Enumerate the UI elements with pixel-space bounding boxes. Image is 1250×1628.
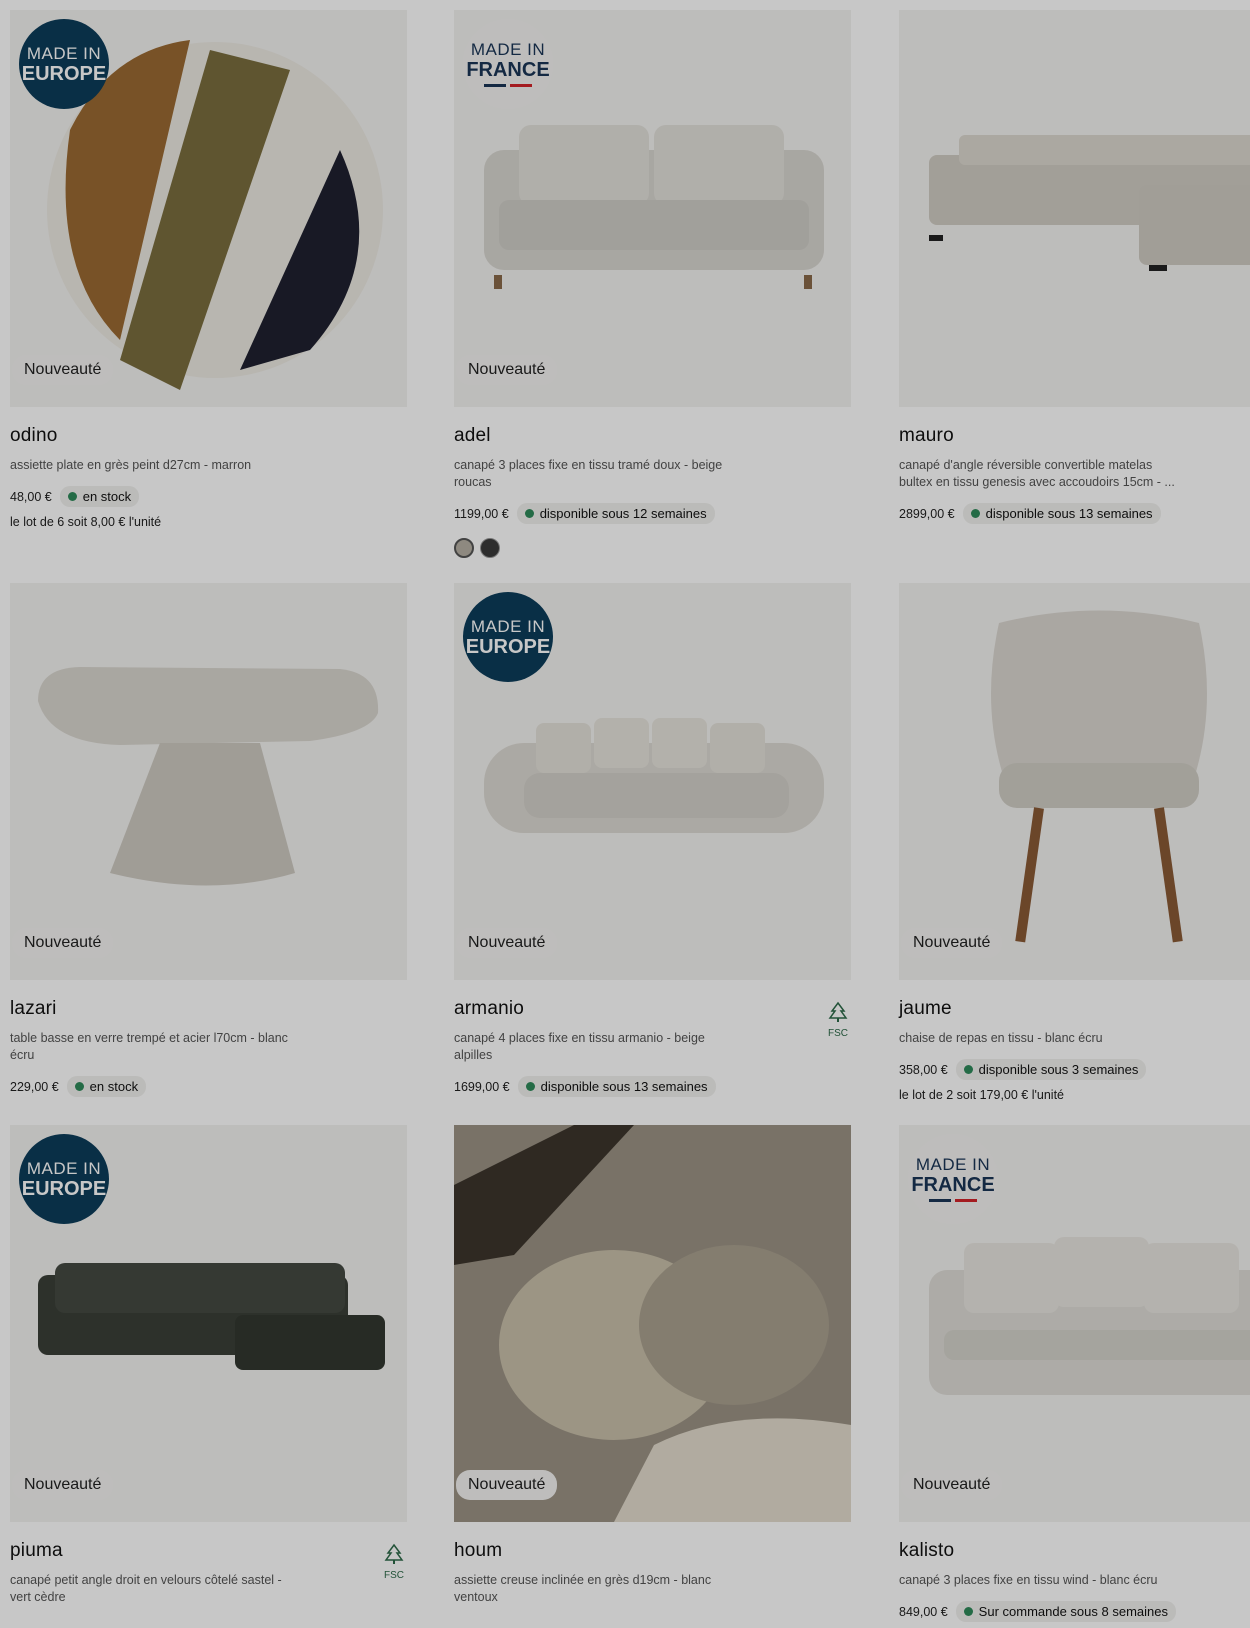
product-card[interactable]: Nouveauté jaume chaise de repas en tissu… <box>899 583 1250 1102</box>
coffee-table-illustration <box>38 667 379 886</box>
product-image[interactable] <box>899 10 1250 407</box>
status-dot-icon <box>524 509 534 518</box>
fsc-label: FSC <box>384 1570 404 1581</box>
made-in-europe-badge: MADE IN EUROPE <box>19 19 109 109</box>
product-image[interactable]: MADE IN EUROPE Nouveauté <box>10 1125 407 1522</box>
product-description: canapé 4 places fixe en tissu armanio - … <box>454 1031 705 1062</box>
new-badge: Nouveauté <box>12 1470 114 1500</box>
status-dot-icon <box>74 1082 84 1091</box>
product-card[interactable]: MADE IN EUROPE Nouveauté FSC piuma canap… <box>10 1125 407 1606</box>
product-image[interactable]: MADE IN FRANCE Nouveauté <box>454 10 851 407</box>
stock-status: en stock <box>66 1076 147 1097</box>
product-title[interactable]: piuma <box>10 1540 407 1562</box>
product-card[interactable]: MADE IN EUROPE Nouveauté odino assiette … <box>10 10 407 529</box>
lot-info: le lot de 2 soit 179,00 € l'unité <box>899 1088 1065 1102</box>
stock-status-label: disponible sous 13 semaines <box>540 1079 708 1094</box>
product-card[interactable]: MADE IN FRANCE Nouveauté adel canapé 3 p… <box>454 10 851 558</box>
product-card[interactable]: Nouveauté houm assiette creuse inclinée … <box>454 1125 851 1606</box>
stock-status: disponible sous 13 semaines <box>962 503 1161 524</box>
bowls-illustration <box>454 1125 851 1522</box>
product-price: 358,00 € <box>899 1062 948 1077</box>
corner-sofa-illustration <box>929 135 1250 271</box>
product-image[interactable]: Nouveauté <box>454 1125 851 1522</box>
product-image[interactable]: MADE IN FRANCE Nouveauté <box>899 1125 1250 1522</box>
product-image[interactable]: MADE IN EUROPE Nouveauté <box>10 10 407 407</box>
product-title[interactable]: odino <box>10 425 407 447</box>
product-card[interactable]: Nouveauté lazari table basse en verre tr… <box>10 583 407 1097</box>
made-in-europe-badge: MADE IN EUROPE <box>19 1134 109 1224</box>
product-price: 849,00 € <box>899 1604 948 1619</box>
new-badge: Nouveauté <box>901 1470 1003 1500</box>
new-badge: Nouveauté <box>456 355 558 385</box>
product-price: 1699,00 € <box>454 1079 510 1094</box>
product-title[interactable]: mauro <box>899 425 1250 447</box>
made-in-france-badge: MADE IN FRANCE <box>908 1134 998 1224</box>
stock-status-label: en stock <box>89 1079 139 1094</box>
product-title[interactable]: armanio <box>454 998 851 1020</box>
new-badge: Nouveauté <box>456 1470 558 1500</box>
product-description: canapé d'angle réversible convertible ma… <box>899 458 1175 489</box>
product-title[interactable]: kalisto <box>899 1540 1250 1562</box>
swatch-dark[interactable] <box>480 538 500 558</box>
product-image[interactable]: MADE IN EUROPE Nouveauté <box>454 583 851 980</box>
status-dot-icon <box>963 1065 973 1074</box>
stock-status-label: disponible sous 13 semaines <box>985 506 1153 521</box>
status-dot-icon <box>970 509 980 518</box>
fsc-tree-icon: FSC <box>383 1543 405 1581</box>
product-image[interactable]: Nouveauté <box>899 583 1250 980</box>
swatch-beige[interactable] <box>454 538 474 558</box>
status-dot-icon <box>67 492 77 501</box>
product-card[interactable]: MADE IN EUROPE Nouveauté FSC armanio can… <box>454 583 851 1097</box>
product-title[interactable]: jaume <box>899 998 1250 1020</box>
stock-status: Sur commande sous 8 semaines <box>955 1601 1176 1622</box>
fsc-tree-icon: FSC <box>827 1001 849 1039</box>
product-description: canapé 3 places fixe en tissu tramé doux… <box>454 458 723 489</box>
lot-info: le lot de 6 soit 8,00 € l'unité <box>10 515 162 529</box>
product-card[interactable]: mauro canapé d'angle réversible converti… <box>899 10 1250 524</box>
fsc-label: FSC <box>828 1028 848 1039</box>
product-description: table basse en verre trempé et acier l70… <box>10 1031 288 1062</box>
chair-illustration <box>991 610 1207 943</box>
product-description: canapé petit angle droit en velours côte… <box>10 1573 282 1604</box>
new-badge: Nouveauté <box>901 928 1003 958</box>
product-price: 229,00 € <box>10 1079 59 1094</box>
stock-status: en stock <box>59 486 140 507</box>
new-badge: Nouveauté <box>456 928 558 958</box>
product-description: assiette creuse inclinée en grès d19cm -… <box>454 1573 712 1604</box>
made-in-france-badge: MADE IN FRANCE <box>463 19 553 109</box>
product-description: canapé 3 places fixe en tissu wind - bla… <box>899 1573 1158 1587</box>
status-dot-icon <box>525 1082 535 1091</box>
new-badge: Nouveauté <box>12 355 114 385</box>
new-badge: Nouveauté <box>12 928 114 958</box>
product-title[interactable]: lazari <box>10 998 407 1020</box>
product-price: 2899,00 € <box>899 506 955 521</box>
product-description: chaise de repas en tissu - blanc écru <box>899 1031 1103 1045</box>
product-description: assiette plate en grès peint d27cm - mar… <box>10 458 252 472</box>
product-title[interactable]: adel <box>454 425 851 447</box>
stock-status: disponible sous 13 semaines <box>517 1076 716 1097</box>
product-card[interactable]: MADE IN FRANCE Nouveauté kalisto canapé … <box>899 1125 1250 1622</box>
stock-status-label: en stock <box>82 489 132 504</box>
status-dot-icon <box>963 1607 973 1616</box>
stock-status: disponible sous 12 semaines <box>516 503 715 524</box>
made-in-europe-badge: MADE IN EUROPE <box>463 592 553 682</box>
stock-status: disponible sous 3 semaines <box>955 1059 1147 1080</box>
product-title[interactable]: houm <box>454 1540 851 1562</box>
stock-status-label: disponible sous 12 semaines <box>539 506 707 521</box>
product-price: 1199,00 € <box>454 506 509 521</box>
color-swatches <box>454 538 851 558</box>
product-image[interactable]: Nouveauté <box>10 583 407 980</box>
stock-status-label: Sur commande sous 8 semaines <box>978 1604 1168 1619</box>
product-price: 48,00 € <box>10 489 52 504</box>
stock-status-label: disponible sous 3 semaines <box>978 1062 1139 1077</box>
